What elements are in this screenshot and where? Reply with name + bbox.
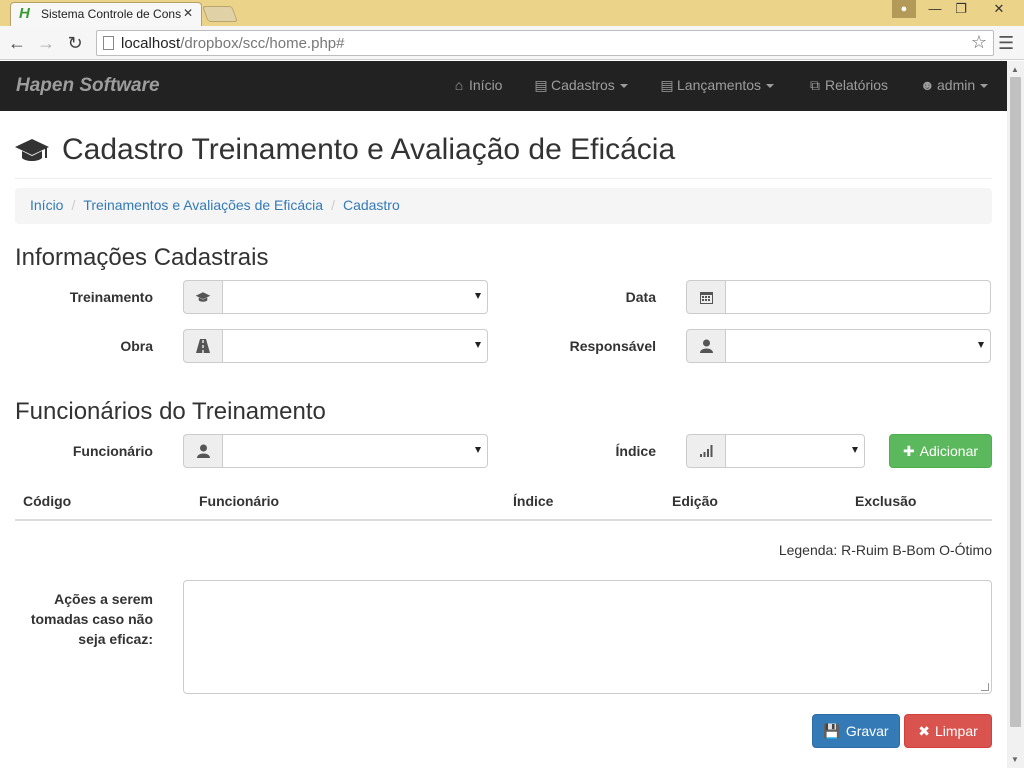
employees-table-header: Código Funcionário Índice Edição Exclusã… xyxy=(15,484,992,521)
list-icon: ▤ xyxy=(660,77,674,93)
breadcrumb-inicio[interactable]: Início xyxy=(30,197,63,213)
close-window-button[interactable]: ✕ xyxy=(986,0,1012,18)
add-button[interactable]: ✚ Adicionar xyxy=(889,434,992,468)
data-input[interactable] xyxy=(726,280,991,314)
breadcrumb-cadastro[interactable]: Cadastro xyxy=(343,197,400,213)
home-icon: ⌂ xyxy=(454,77,464,93)
url-host: localhost xyxy=(121,35,181,52)
responsavel-label: Responsável xyxy=(569,338,656,354)
copy-icon: ⧉ xyxy=(810,77,820,93)
new-tab-button[interactable] xyxy=(202,6,238,22)
indice-select[interactable] xyxy=(726,434,865,468)
breadcrumb-treinamentos[interactable]: Treinamentos e Avaliações de Eficácia xyxy=(83,197,323,213)
breadcrumb-separator: / xyxy=(71,197,76,213)
nav-lancamentos[interactable]: ▤ Lançamentos xyxy=(660,77,775,94)
address-bar[interactable]: localhost/dropbox/scc/home.php# ☆ xyxy=(96,30,994,56)
th-codigo: Código xyxy=(23,493,72,509)
breadcrumb: Início / Treinamentos e Avaliações de Efic… xyxy=(15,188,992,224)
save-button[interactable]: 💾 Gravar xyxy=(812,714,900,748)
th-funcionario: Funcionário xyxy=(199,493,280,509)
nav-relatorios[interactable]: ⧉ Relatórios xyxy=(808,77,888,94)
graduation-cap-icon xyxy=(183,280,223,314)
plus-icon: ✚ xyxy=(902,442,915,459)
tab-title: Sistema Controle de Cons xyxy=(41,7,181,21)
reload-button[interactable]: ↻ xyxy=(64,32,86,54)
bookmark-star-icon[interactable]: ☆ xyxy=(971,32,987,53)
funcionario-select[interactable] xyxy=(223,434,488,468)
url-path: /dropbox/scc/home.php# xyxy=(180,35,345,52)
treinamento-label: Treinamento xyxy=(69,289,153,305)
close-tab-icon[interactable]: ✕ xyxy=(183,6,193,20)
obra-field xyxy=(183,329,488,363)
top-navbar: Hapen Software ⌂ Início ▤ Cadastros ▤ Lança… xyxy=(0,61,1007,111)
acoes-textarea[interactable] xyxy=(183,580,992,694)
minimize-button[interactable]: — xyxy=(922,0,948,18)
user-icon xyxy=(183,434,223,468)
page-title: Cadastro Treinamento e Avaliação de Efic… xyxy=(62,133,676,166)
close-icon: ✖ xyxy=(918,722,930,739)
caret-down-icon xyxy=(766,84,775,89)
page-icon xyxy=(103,36,114,50)
caret-down-icon xyxy=(619,84,628,89)
data-field xyxy=(686,280,991,314)
clear-button[interactable]: ✖ Limpar xyxy=(904,714,992,748)
graduation-cap-icon xyxy=(15,139,49,161)
treinamento-select[interactable] xyxy=(223,280,488,314)
favicon-icon: H xyxy=(19,5,30,22)
user-icon xyxy=(686,329,726,363)
scroll-down-arrow-icon[interactable]: ▼ xyxy=(1011,755,1019,764)
floppy-disk-icon: 💾 xyxy=(823,722,841,739)
select-arrow-icon xyxy=(978,342,984,348)
funcionario-label: Funcionário xyxy=(72,443,153,459)
legend-text: Legenda: R-Ruim B-Bom O-Ótimo xyxy=(778,542,992,558)
responsavel-select[interactable] xyxy=(726,329,991,363)
th-edicao: Edição xyxy=(672,493,718,509)
obra-label: Obra xyxy=(120,338,153,354)
select-arrow-icon xyxy=(475,293,481,299)
browser-titlebar: H Sistema Controle de Cons ✕ ● — ❐ ✕ xyxy=(0,0,1024,26)
road-icon xyxy=(183,329,223,363)
calendar-icon xyxy=(686,280,726,314)
th-indice: Índice xyxy=(513,493,554,509)
brand[interactable]: Hapen Software xyxy=(16,75,160,97)
list-icon: ▤ xyxy=(534,77,548,93)
funcionario-field xyxy=(183,434,488,468)
vertical-scrollbar[interactable]: ▲ ▼ xyxy=(1007,61,1024,768)
select-arrow-icon xyxy=(475,447,481,453)
select-arrow-icon xyxy=(852,447,858,453)
acoes-label: Ações a serem tomadas caso não seja efic… xyxy=(30,591,153,647)
nav-admin[interactable]: ☻ admin xyxy=(920,77,989,93)
select-arrow-icon xyxy=(475,342,481,348)
treinamento-field xyxy=(183,280,488,314)
section-heading-funcionarios: Funcionários do Treinamento xyxy=(15,398,326,425)
nav-cadastros[interactable]: ▤ Cadastros xyxy=(534,77,628,94)
signal-icon xyxy=(686,434,726,468)
resize-handle-icon[interactable] xyxy=(981,683,989,691)
indice-field xyxy=(686,434,865,468)
user-icon: ☻ xyxy=(920,77,935,93)
forward-button[interactable]: → xyxy=(35,32,57,54)
data-label: Data xyxy=(625,289,656,305)
th-exclusao: Exclusão xyxy=(855,493,917,509)
scroll-up-arrow-icon[interactable]: ▲ xyxy=(1011,65,1019,74)
responsavel-field xyxy=(686,329,991,363)
restore-button[interactable]: ❐ xyxy=(948,0,974,18)
obra-select[interactable] xyxy=(223,329,488,363)
breadcrumb-separator: / xyxy=(331,197,335,213)
browser-menu-icon[interactable]: ☰ xyxy=(998,33,1014,54)
indice-label: Índice xyxy=(615,443,656,459)
browser-tab[interactable]: H Sistema Controle de Cons ✕ xyxy=(10,2,202,26)
page-header: Cadastro Treinamento e Avaliação de Efic… xyxy=(15,133,992,179)
profile-icon[interactable]: ● xyxy=(892,0,916,18)
back-button[interactable]: ← xyxy=(6,32,28,54)
section-heading-info: Informações Cadastrais xyxy=(15,244,269,271)
scroll-thumb[interactable] xyxy=(1010,77,1021,727)
nav-inicio[interactable]: ⌂ Início xyxy=(452,77,503,93)
page-viewport: Hapen Software ⌂ Início ▤ Cadastros ▤ Lança… xyxy=(0,61,1007,768)
address-toolbar: ← → ↻ localhost/dropbox/scc/home.php# ☆ … xyxy=(0,26,1024,60)
caret-down-icon xyxy=(980,84,989,89)
